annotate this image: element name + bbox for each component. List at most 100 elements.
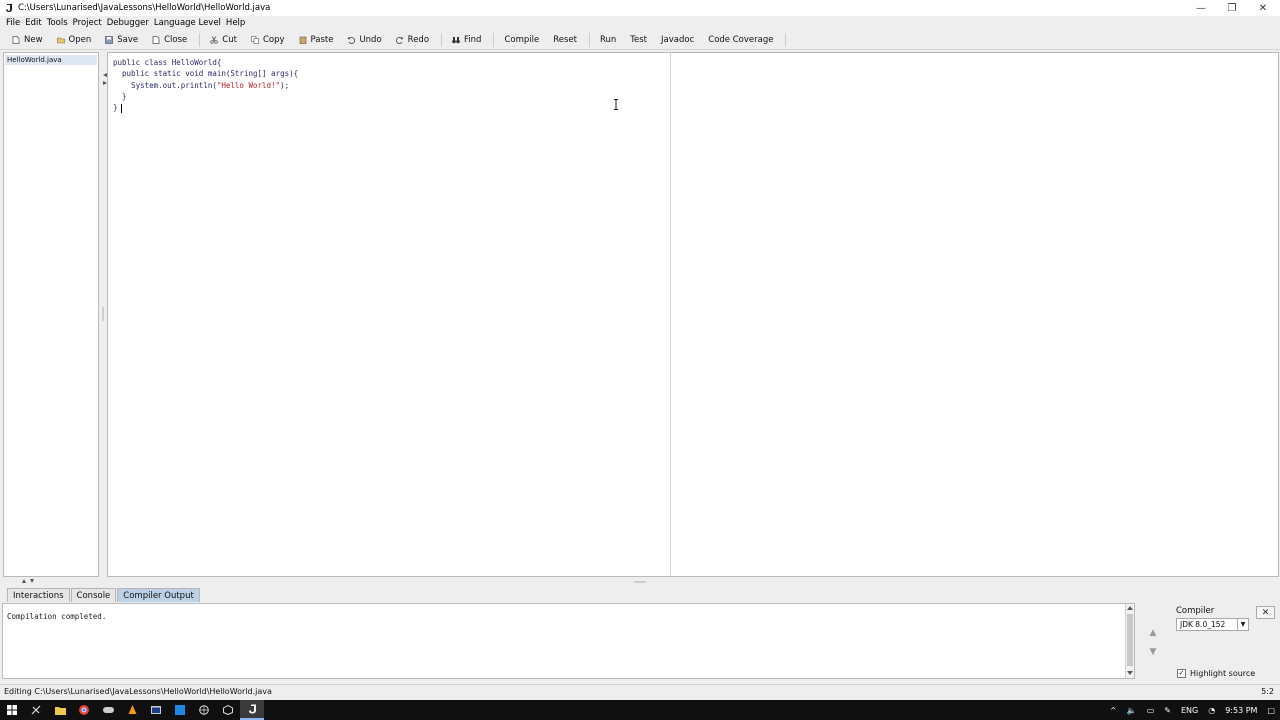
toolbar: New Open Save Close Cut Copy Paste Undo … — [0, 30, 1280, 50]
close-window-button[interactable]: ✕ — [1248, 0, 1278, 16]
taskbar-app[interactable] — [192, 700, 216, 720]
close-file-button[interactable]: Close — [146, 31, 193, 49]
menu-edit[interactable]: Edit — [25, 18, 41, 28]
new-button[interactable]: New — [6, 31, 49, 49]
chrome-icon — [79, 705, 89, 715]
code-editor[interactable]: public class HelloWorld{ public static v… — [103, 52, 1279, 577]
test-button[interactable]: Test — [624, 31, 653, 49]
toolbar-separator — [588, 32, 590, 47]
tool-app-icon — [31, 705, 41, 715]
compiler-output-text: Compilation completed. — [7, 612, 107, 621]
drjava-app-icon — [6, 4, 12, 12]
paste-button[interactable]: Paste — [293, 31, 340, 49]
cut-button[interactable]: Cut — [204, 31, 243, 49]
tab-console[interactable]: Console — [70, 588, 117, 602]
code-text[interactable]: public class HelloWorld{ public static v… — [113, 57, 298, 113]
compile-button[interactable]: Compile — [498, 31, 545, 49]
terminal-icon — [151, 706, 161, 714]
toolbar-separator — [441, 32, 443, 47]
code-line-5: } — [113, 103, 118, 113]
reset-button[interactable]: Reset — [547, 31, 583, 49]
open-button-label: Open — [68, 34, 92, 45]
pen-icon[interactable]: ✎ — [1164, 706, 1171, 715]
start-button[interactable] — [0, 700, 24, 720]
copy-button[interactable]: Copy — [245, 31, 291, 49]
scrollbar-thumb[interactable] — [1127, 614, 1133, 666]
tray-status-icon[interactable]: ◔ — [1208, 706, 1215, 715]
clock[interactable]: 9:53 PM — [1225, 706, 1257, 715]
taskbar-file-explorer[interactable] — [48, 700, 72, 720]
tab-interactions[interactable]: Interactions — [7, 588, 70, 602]
code-line-4: } — [113, 91, 127, 101]
menu-language-level[interactable]: Language Level — [154, 18, 221, 28]
redo-arrow-icon — [395, 36, 404, 44]
scroll-up-icon[interactable] — [1127, 605, 1133, 611]
redo-button[interactable]: Redo — [390, 31, 435, 49]
open-button[interactable]: Open — [51, 31, 98, 49]
network-icon[interactable]: ▭ — [1147, 706, 1155, 715]
horizontal-splitter[interactable] — [0, 577, 1280, 587]
collapse-arrows-icon — [103, 73, 107, 85]
run-button[interactable]: Run — [594, 31, 622, 49]
cube-icon — [223, 705, 233, 715]
taskbar-app[interactable] — [120, 700, 144, 720]
taskbar-chrome[interactable] — [72, 700, 96, 720]
redo-button-label: Redo — [407, 34, 430, 45]
editor-margin-line — [670, 53, 671, 576]
menu-file[interactable]: File — [6, 18, 20, 28]
toolbar-separator — [493, 32, 495, 47]
menu-tools[interactable]: Tools — [47, 18, 68, 28]
javadoc-button[interactable]: Javadoc — [655, 31, 700, 49]
copy-button-label: Copy — [262, 34, 285, 45]
code-line-3-end: ); — [280, 80, 290, 90]
taskbar-app[interactable] — [24, 700, 48, 720]
globe-icon — [199, 705, 209, 715]
code-coverage-button[interactable]: Code Coverage — [702, 31, 779, 49]
compiler-select[interactable]: JDK 8.0_152 ▼ — [1176, 618, 1249, 631]
code-line-3: System.out.println( — [113, 80, 217, 90]
highlight-source-checkbox[interactable]: ✓ Highlight source — [1177, 669, 1255, 678]
checkbox-check-icon: ✓ — [1177, 669, 1186, 678]
taskbar-app[interactable] — [168, 700, 192, 720]
status-text: Editing C:\Users\Lunarised\JavaLessons\H… — [4, 687, 272, 696]
vlc-cone-icon — [128, 705, 136, 714]
notifications-icon[interactable]: ▢ — [1267, 706, 1275, 715]
volume-icon[interactable]: 🔈 — [1127, 706, 1137, 715]
toolbar-separator — [199, 32, 201, 47]
menu-bar: File Edit Tools Project Debugger Languag… — [0, 16, 1280, 29]
ibeam-cursor-icon — [614, 99, 618, 110]
status-bar: Editing C:\Users\Lunarised\JavaLessons\H… — [0, 684, 1280, 698]
splitter-arrows-icon — [22, 579, 34, 583]
save-button[interactable]: Save — [99, 31, 144, 49]
previous-error-button[interactable]: ▲ — [1142, 624, 1164, 641]
undo-button[interactable]: Undo — [341, 31, 387, 49]
undo-arrow-icon — [347, 36, 356, 44]
chevron-up-icon[interactable]: ^ — [1110, 706, 1117, 715]
next-error-button[interactable]: ▼ — [1142, 643, 1164, 660]
taskbar-app[interactable] — [96, 700, 120, 720]
taskbar: ^ 🔈 ▭ ✎ ENG ◔ 9:53 PM ▢ — [0, 700, 1280, 720]
menu-project[interactable]: Project — [73, 18, 102, 28]
tab-compiler-output[interactable]: Compiler Output — [117, 588, 200, 602]
close-output-button[interactable]: ✕ — [1256, 606, 1275, 619]
restore-button[interactable]: ❐ — [1217, 0, 1247, 16]
highlight-source-label: Highlight source — [1190, 669, 1256, 678]
scroll-down-icon[interactable] — [1127, 670, 1133, 676]
photoshop-icon — [175, 705, 185, 715]
file-list-item[interactable]: HelloWorld.java — [5, 55, 97, 65]
output-tabs: Interactions Console Compiler Output — [7, 588, 201, 602]
taskbar-app[interactable] — [216, 700, 240, 720]
language-indicator[interactable]: ENG — [1181, 706, 1198, 715]
code-string-literal: "Hello World!" — [216, 80, 281, 90]
menu-debugger[interactable]: Debugger — [107, 18, 149, 28]
close-file-button-label: Close — [164, 34, 188, 45]
vertical-splitter[interactable] — [100, 52, 106, 577]
minimize-button[interactable]: — — [1186, 0, 1216, 16]
output-scrollbar[interactable] — [1125, 604, 1134, 678]
find-button[interactable]: Find — [446, 31, 487, 49]
taskbar-drjava[interactable] — [240, 700, 264, 720]
menu-help[interactable]: Help — [226, 18, 245, 28]
game-controller-icon — [102, 707, 114, 713]
taskbar-app[interactable] — [144, 700, 168, 720]
scissors-icon — [210, 35, 218, 44]
